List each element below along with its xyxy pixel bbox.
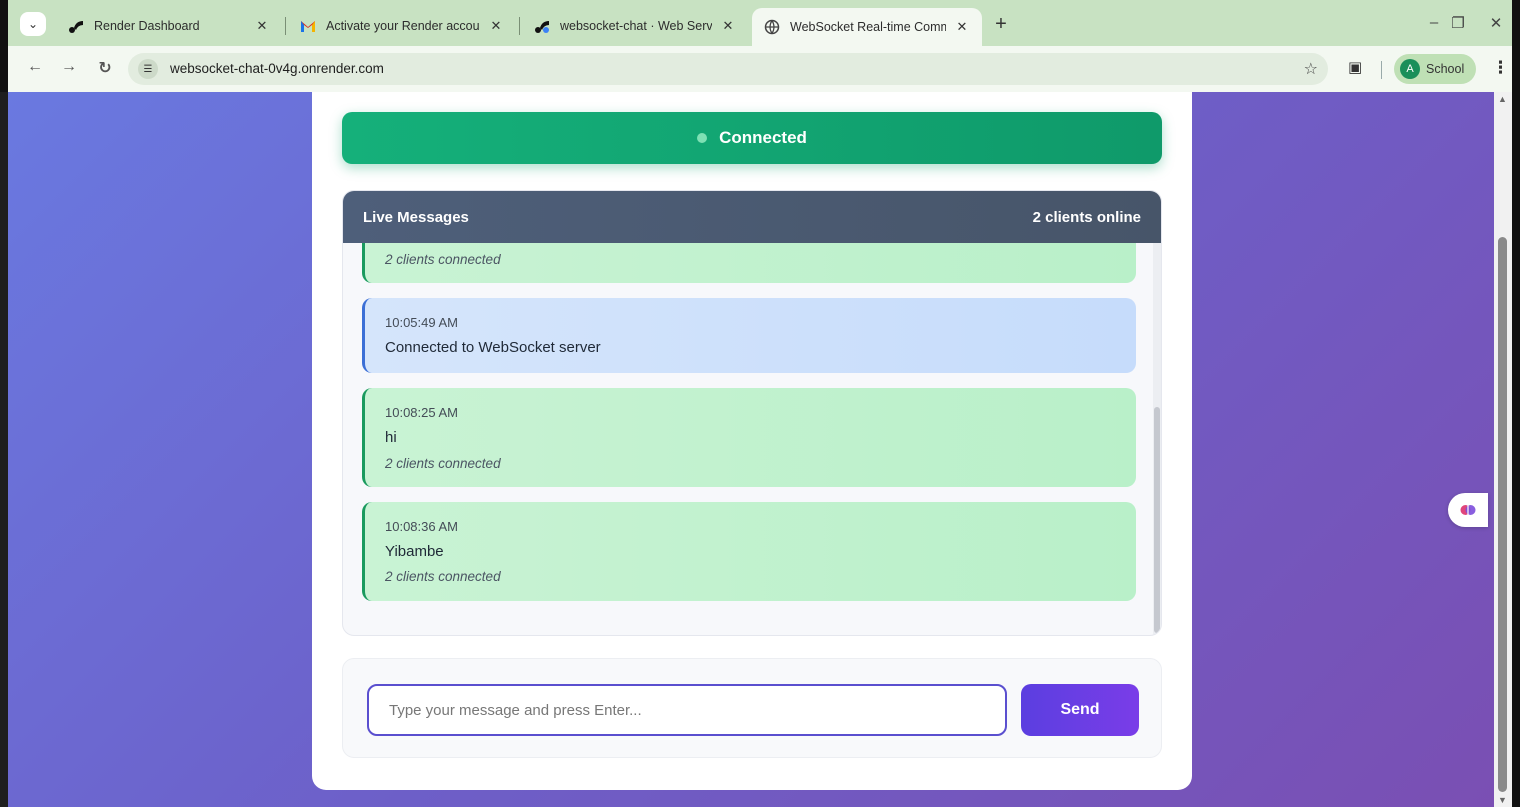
tab-close-icon[interactable]: ✕ <box>720 18 736 34</box>
message-time: 10:08:25 AM <box>385 405 458 420</box>
tab-separator <box>519 17 520 35</box>
tab-websocket-realtime[interactable]: WebSocket Real-time Commun ✕ <box>752 8 982 46</box>
tab-render-dashboard[interactable]: Render Dashboard ✕ <box>56 8 282 44</box>
page-viewport: Connected Live Messages 2 clients online… <box>8 92 1494 807</box>
message-meta: 2 clients connected <box>385 252 501 267</box>
profile-button[interactable]: A School <box>1394 54 1476 84</box>
new-tab-button[interactable]: + <box>990 14 1012 34</box>
profile-label: School <box>1426 62 1465 76</box>
restore-icon[interactable]: ❐ <box>1448 14 1468 32</box>
tab-title: websocket-chat · Web Service <box>560 19 712 33</box>
status-dot-icon <box>697 133 708 143</box>
tab-strip: ⌄ Render Dashboard ✕ Activate your Rende… <box>8 0 1512 46</box>
tab-close-icon[interactable]: ✕ <box>254 18 270 34</box>
message-item: 10:08:25 AM hi 2 clients connected <box>362 388 1136 487</box>
scroll-down-icon[interactable]: ▼ <box>1498 795 1507 805</box>
send-button[interactable]: Send <box>1021 684 1139 736</box>
reload-icon[interactable]: ↻ <box>94 58 116 78</box>
message-composer: Send <box>342 658 1162 758</box>
site-info-icon[interactable]: ☰ <box>138 59 158 79</box>
tab-title: Render Dashboard <box>94 19 200 33</box>
messages-panel: Live Messages 2 clients online 2 clients… <box>342 190 1162 636</box>
message-text: hi <box>385 429 397 446</box>
connection-status-bar: Connected <box>342 112 1162 164</box>
render-logo-icon <box>68 18 84 34</box>
message-item: 2 clients connected <box>362 243 1136 283</box>
chevron-down-icon: ⌄ <box>27 17 39 31</box>
tab-title: WebSocket Real-time Commun <box>790 20 946 34</box>
url-text: websocket-chat-0v4g.onrender.com <box>170 61 384 76</box>
page-scrollbar-thumb[interactable] <box>1498 237 1507 792</box>
message-time: 10:05:49 AM <box>385 315 458 330</box>
toolbar-separator <box>1381 61 1382 79</box>
browser-menu-icon[interactable]: ⋮ <box>1492 58 1509 78</box>
tab-title: Activate your Render account - <box>326 19 480 33</box>
message-item: 10:08:36 AM Yibambe 2 clients connected <box>362 502 1136 601</box>
message-text: Yibambe <box>385 543 444 560</box>
message-input[interactable] <box>367 684 1007 736</box>
message-meta: 2 clients connected <box>385 456 501 471</box>
messages-scrollbar[interactable] <box>1153 243 1161 635</box>
status-text: Connected <box>719 128 807 147</box>
floating-extension-icon[interactable] <box>1448 493 1488 527</box>
tab-search-button[interactable]: ⌄ <box>20 12 46 36</box>
message-list[interactable]: 2 clients connected 10:05:49 AM Connecte… <box>343 243 1155 635</box>
minimize-icon[interactable]: – <box>1424 14 1444 31</box>
tab-close-icon[interactable]: ✕ <box>954 19 970 35</box>
messages-scrollbar-thumb[interactable] <box>1154 407 1160 633</box>
tab-websocket-service[interactable]: websocket-chat · Web Service ✕ <box>522 8 748 44</box>
panel-header: Live Messages 2 clients online <box>343 191 1161 243</box>
panel-title: Live Messages <box>363 208 469 226</box>
scroll-up-icon[interactable]: ▲ <box>1498 94 1507 104</box>
render-logo-icon <box>534 18 550 34</box>
tab-separator <box>285 17 286 35</box>
tab-close-icon[interactable]: ✕ <box>488 18 504 34</box>
bookmark-star-icon[interactable]: ☆ <box>1304 59 1318 79</box>
message-text: Connected to WebSocket server <box>385 339 601 356</box>
globe-icon <box>764 19 780 35</box>
window-border <box>1512 0 1520 807</box>
forward-icon[interactable]: → <box>58 58 80 76</box>
browser-chrome: ⌄ Render Dashboard ✕ Activate your Rende… <box>0 0 1520 92</box>
close-window-icon[interactable]: ✕ <box>1486 14 1506 32</box>
message-time: 10:08:36 AM <box>385 519 458 534</box>
extensions-icon[interactable]: ▣ <box>1348 58 1362 76</box>
message-item: 10:05:49 AM Connected to WebSocket serve… <box>362 298 1136 373</box>
gmail-icon <box>300 18 316 34</box>
address-bar[interactable]: ☰ websocket-chat-0v4g.onrender.com ☆ <box>128 53 1328 85</box>
clients-online-count: 2 clients online <box>1032 208 1141 226</box>
browser-toolbar: ← → ↻ ☰ websocket-chat-0v4g.onrender.com… <box>8 46 1512 92</box>
back-icon[interactable]: ← <box>24 58 46 76</box>
chat-card: Connected Live Messages 2 clients online… <box>312 92 1192 790</box>
avatar: A <box>1400 59 1420 79</box>
tab-activate-render[interactable]: Activate your Render account - ✕ <box>288 8 516 44</box>
message-meta: 2 clients connected <box>385 569 501 584</box>
page-scrollbar[interactable]: ▲ ▼ <box>1494 92 1512 807</box>
